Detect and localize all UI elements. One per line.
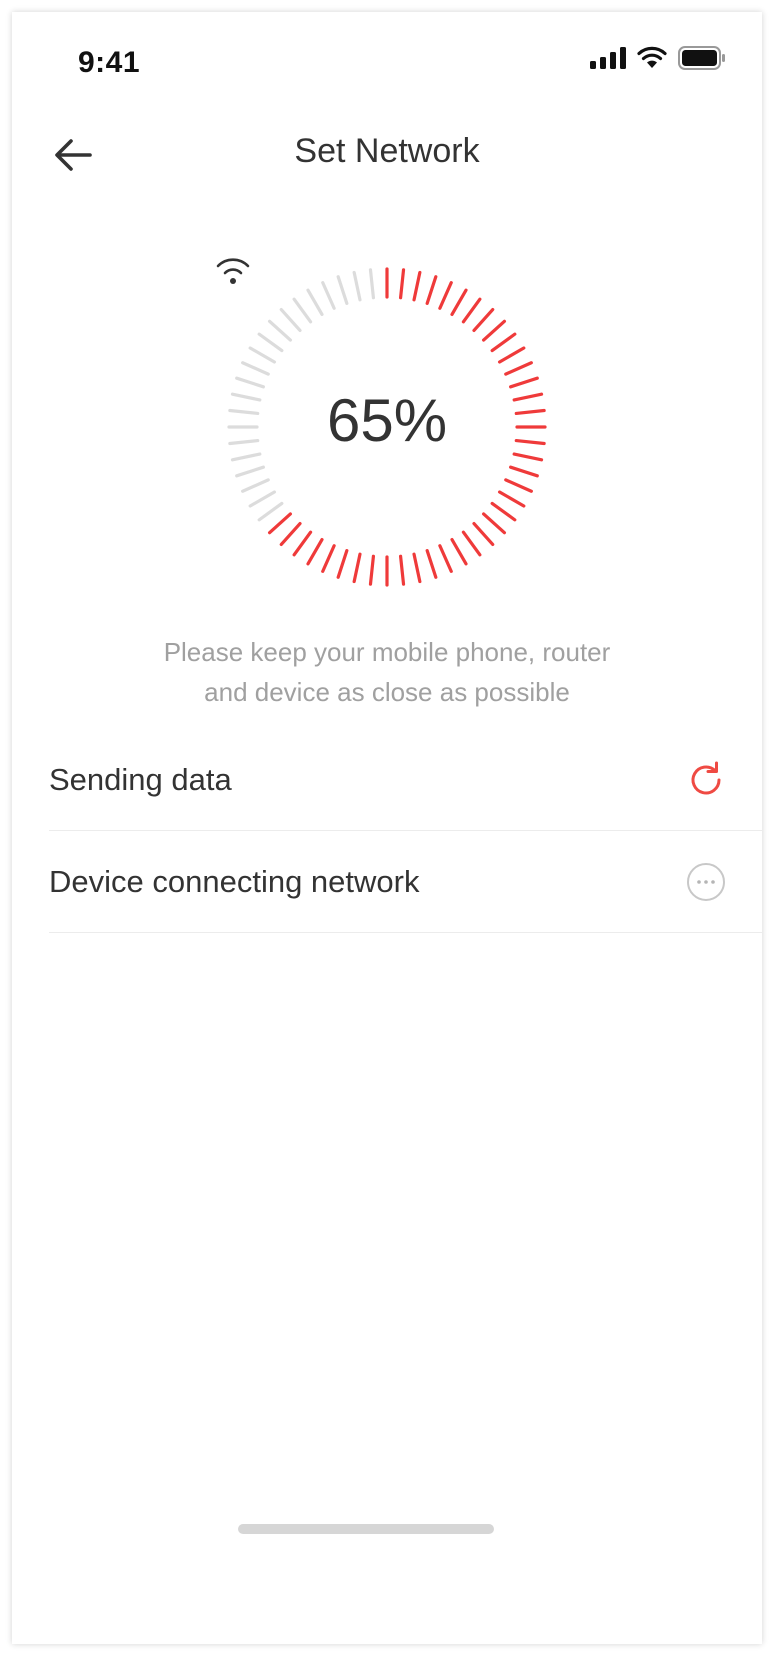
progress-tick bbox=[336, 275, 349, 305]
step-label: Device connecting network bbox=[49, 864, 420, 899]
progress-tick bbox=[257, 332, 284, 353]
progress-tick bbox=[292, 530, 313, 557]
progress-tick bbox=[482, 319, 507, 342]
progress-tick bbox=[450, 288, 468, 317]
cellular-signal-icon bbox=[590, 47, 626, 69]
step-label: Sending data bbox=[49, 762, 232, 797]
progress-tick bbox=[504, 361, 533, 376]
progress-tick bbox=[438, 281, 453, 310]
progress-tick bbox=[472, 307, 495, 332]
progress-tick bbox=[336, 549, 349, 579]
progress-tick bbox=[279, 307, 302, 332]
progress-tick bbox=[352, 270, 362, 302]
page-title: Set Network bbox=[294, 132, 480, 170]
more-dots-icon bbox=[687, 863, 725, 901]
progress-tick bbox=[368, 268, 376, 300]
progress-tick bbox=[490, 332, 517, 353]
progress-tick bbox=[412, 552, 422, 584]
progress-tick bbox=[267, 319, 292, 342]
progress-tick bbox=[279, 522, 302, 547]
proximity-hint: Please keep your mobile phone, router an… bbox=[72, 632, 702, 712]
battery-icon bbox=[678, 46, 725, 70]
progress-tick bbox=[497, 346, 526, 364]
progress-tick bbox=[482, 512, 507, 535]
progress-tick bbox=[461, 297, 482, 324]
progress-tick bbox=[267, 512, 292, 535]
progress-ring: 65% bbox=[212, 252, 562, 602]
progress-tick bbox=[490, 501, 517, 522]
progress-tick bbox=[398, 268, 406, 300]
nav-bar: Set Network bbox=[12, 108, 762, 204]
progress-tick bbox=[450, 537, 468, 566]
hint-line-2: and device as close as possible bbox=[204, 677, 570, 707]
progress-tick bbox=[425, 549, 438, 579]
status-bar: 9:41 bbox=[12, 12, 762, 108]
status-icons bbox=[590, 46, 726, 70]
progress-tick bbox=[292, 297, 313, 324]
progress-tick bbox=[504, 478, 533, 493]
progress-tick bbox=[241, 478, 270, 493]
progress-tick bbox=[321, 281, 336, 310]
refresh-icon[interactable] bbox=[686, 760, 726, 800]
progress-tick bbox=[306, 537, 324, 566]
wifi-icon bbox=[216, 258, 250, 284]
step-sending-data: Sending data bbox=[49, 728, 762, 831]
progress-tick bbox=[461, 530, 482, 557]
home-indicator bbox=[238, 1524, 494, 1534]
progress-tick bbox=[509, 465, 539, 478]
status-time: 9:41 bbox=[78, 46, 141, 79]
progress-tick bbox=[248, 346, 277, 364]
progress-tick bbox=[425, 275, 438, 305]
progress-tick bbox=[306, 288, 324, 317]
progress-tick bbox=[257, 501, 284, 522]
progress-tick bbox=[241, 361, 270, 376]
phone-screen: 9:41 Set Network 65% Please keep your mo… bbox=[12, 12, 762, 1644]
progress-tick bbox=[412, 270, 422, 302]
hint-line-1: Please keep your mobile phone, router bbox=[163, 637, 611, 667]
progress-tick bbox=[352, 552, 362, 584]
wifi-icon bbox=[637, 46, 667, 68]
progress-tick bbox=[235, 465, 265, 478]
progress-tick bbox=[248, 490, 277, 508]
progress-percentage: 65% bbox=[326, 387, 448, 454]
progress-tick bbox=[472, 522, 495, 547]
progress-tick bbox=[497, 490, 526, 508]
progress-tick bbox=[321, 544, 336, 573]
progress-tick bbox=[438, 544, 453, 573]
step-device-connecting: Device connecting network bbox=[49, 830, 762, 933]
progress-tick bbox=[368, 554, 376, 586]
progress-tick bbox=[398, 554, 406, 586]
